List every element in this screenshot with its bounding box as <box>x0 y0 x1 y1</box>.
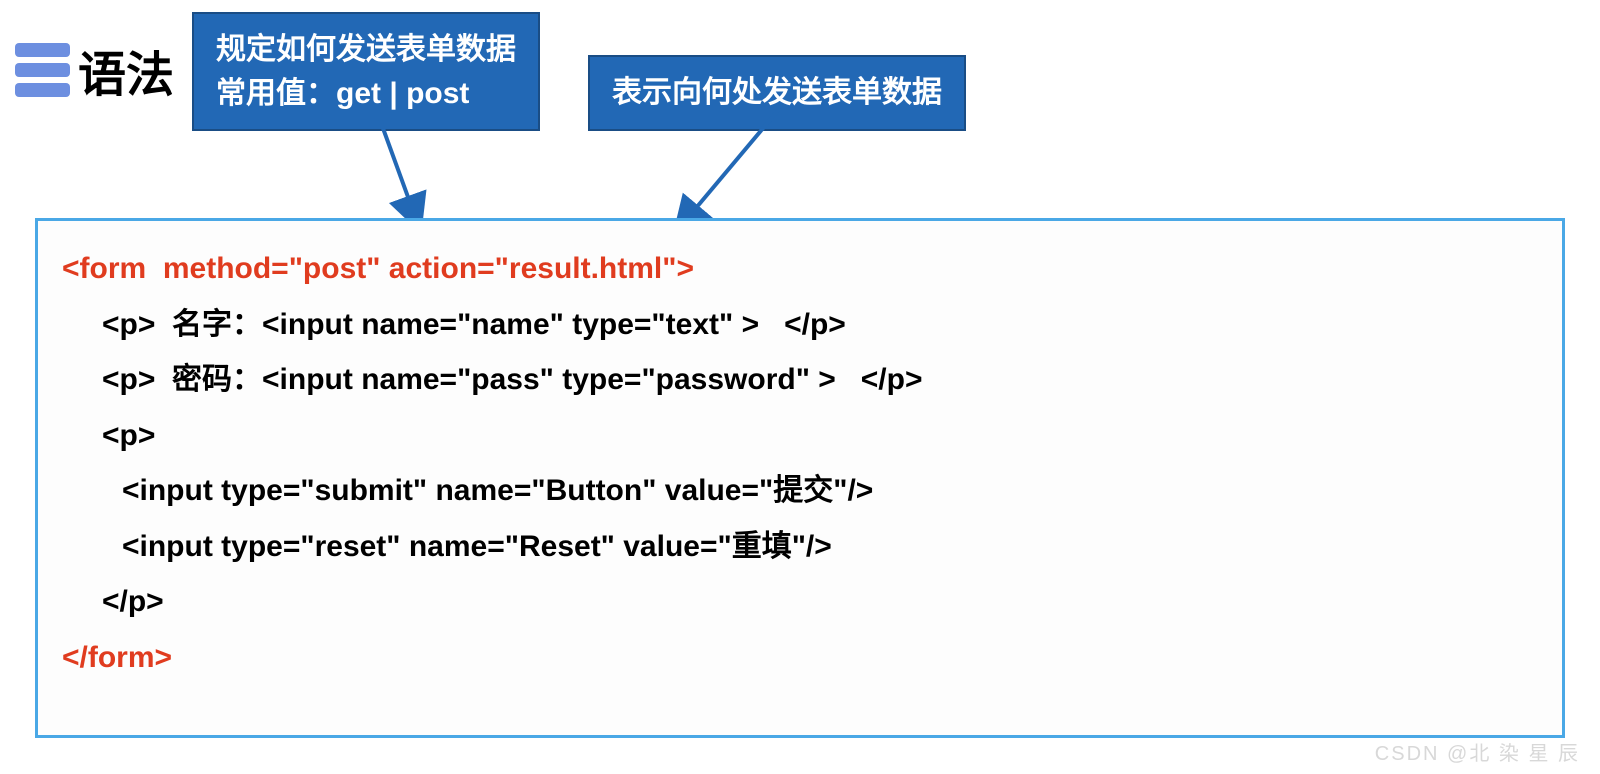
watermark: CSDN @北 染 星 辰 <box>1375 737 1580 766</box>
code-line-8: </form> <box>62 630 1538 686</box>
code-line-4: <p> <box>62 408 1538 464</box>
header: 语法 <box>15 35 174 105</box>
code-line-6: <input type="reset" name="Reset" value="… <box>62 519 1538 575</box>
code-box: <form method="post" action="result.html"… <box>35 218 1565 738</box>
code-line-2: <p> 名字：<input name="name" type="text" > … <box>62 297 1538 353</box>
bars-icon <box>15 43 70 97</box>
callout-action: 表示向何处发送表单数据 <box>588 55 966 131</box>
code-line-3: <p> 密码：<input name="pass" type="password… <box>62 352 1538 408</box>
code-line-1: <form method="post" action="result.html"… <box>62 241 1538 297</box>
callout-method-line1: 规定如何发送表单数据 <box>216 28 516 72</box>
code-line-7: </p> <box>62 574 1538 630</box>
header-title: 语法 <box>78 35 174 105</box>
callout-method-line2: 常用值：get | post <box>216 72 516 116</box>
code-line-5: <input type="submit" name="Button" value… <box>62 463 1538 519</box>
callout-action-text: 表示向何处发送表单数据 <box>612 76 942 109</box>
callout-method: 规定如何发送表单数据 常用值：get | post <box>192 12 540 131</box>
